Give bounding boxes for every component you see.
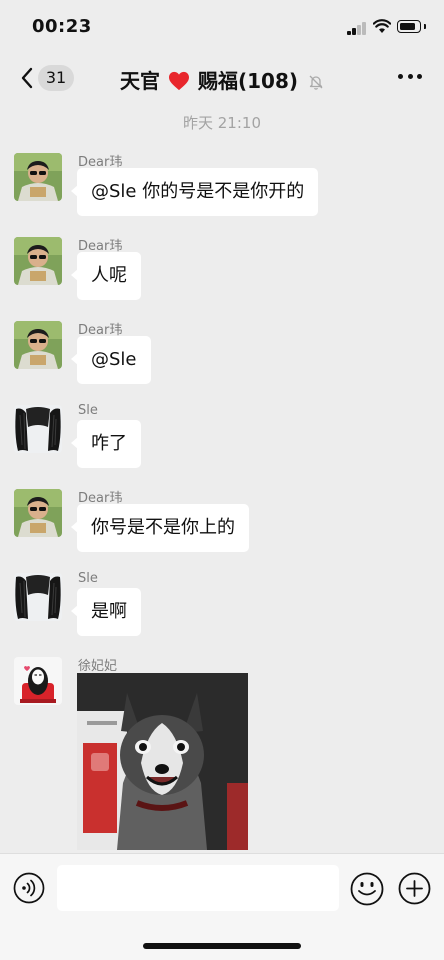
- avatar-sle[interactable]: [14, 405, 62, 453]
- message-bubble[interactable]: 咋了: [71, 420, 141, 468]
- chat-title[interactable]: 天官 赐福(108): [0, 65, 444, 94]
- status-time: 00:23: [32, 16, 92, 37]
- emoji-icon[interactable]: [350, 872, 384, 906]
- chat-title-prefix: 天官: [120, 69, 161, 93]
- wifi-icon: [373, 19, 391, 33]
- status-bar: 00:23: [0, 0, 444, 52]
- message-bubble[interactable]: @Sle: [71, 336, 151, 384]
- sender-name: 徐妃妃: [78, 659, 118, 674]
- avatar-dear-wei[interactable]: [14, 489, 62, 537]
- heart-icon: [169, 71, 189, 91]
- sender-name: Sle: [78, 571, 98, 586]
- avatar-xu-feifei[interactable]: [14, 657, 62, 705]
- message-bubble[interactable]: 是啊: [71, 588, 141, 636]
- more-options-icon[interactable]: [398, 74, 422, 80]
- voice-input-icon[interactable]: [13, 872, 45, 904]
- chat-title-suffix: 赐福(108): [197, 69, 298, 93]
- home-indicator: [143, 943, 301, 949]
- husky-dog-image[interactable]: [77, 673, 248, 850]
- more-functions-plus-icon[interactable]: [398, 872, 431, 905]
- avatar-sle[interactable]: [14, 573, 62, 621]
- message-bubble[interactable]: 人呢: [71, 252, 141, 300]
- sender-name: Sle: [78, 403, 98, 418]
- message-bubble[interactable]: 你号是不是你上的: [71, 504, 249, 552]
- message-input[interactable]: [57, 865, 339, 911]
- battery-icon: [397, 20, 421, 33]
- mute-bell-icon: [309, 75, 323, 90]
- message-timestamp: 昨天 21:10: [183, 114, 261, 132]
- avatar-dear-wei[interactable]: [14, 321, 62, 369]
- avatar-dear-wei[interactable]: [14, 237, 62, 285]
- message-bubble[interactable]: @Sle 你的号是不是你开的: [70, 168, 319, 216]
- cellular-signal-icon: [347, 21, 369, 35]
- nav-bar: 31 天官 赐福(108): [0, 52, 444, 104]
- avatar-dear-wei[interactable]: [14, 153, 62, 201]
